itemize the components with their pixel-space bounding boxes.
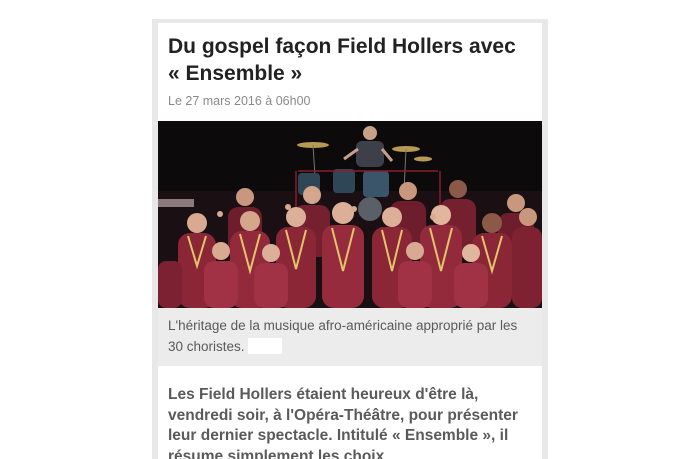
- keyboard: [158, 199, 194, 207]
- photo-caption-box: L'héritage de la musique afro-américaine…: [158, 308, 542, 366]
- photo-caption-wrapper: L'héritage de la musique afro-américaine…: [168, 315, 536, 357]
- article-lede: Les Field Hollers étaient heureux d'être…: [168, 386, 518, 459]
- caption-blank-box: [247, 338, 282, 354]
- article-date: Le 27 mars 2016 à 06h00: [168, 94, 311, 108]
- photo-caption: L'héritage de la musique afro-américaine…: [168, 318, 518, 354]
- article-content: Du gospel façon Field Hollers avec « Ens…: [158, 23, 542, 459]
- article-title[interactable]: Du gospel façon Field Hollers avec « Ens…: [168, 33, 533, 87]
- gospel-choir-photo[interactable]: [158, 121, 542, 308]
- article-card: Du gospel façon Field Hollers avec « Ens…: [152, 19, 548, 459]
